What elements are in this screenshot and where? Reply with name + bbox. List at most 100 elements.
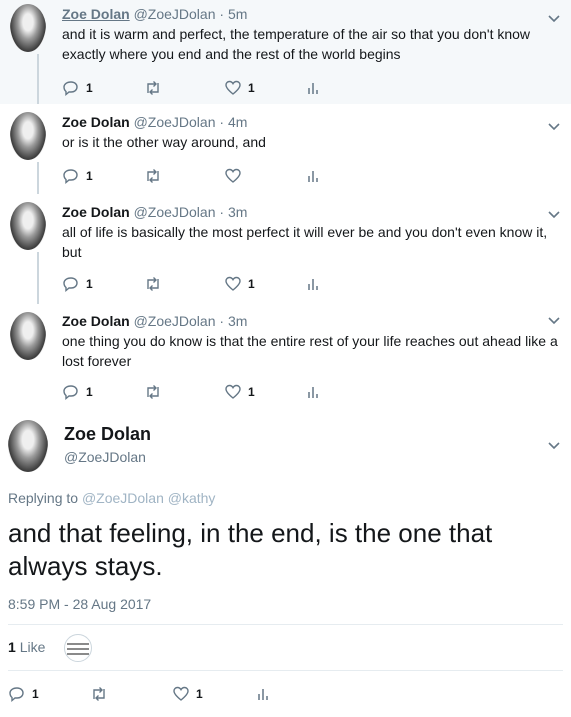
author-name[interactable]: Zoe Dolan — [62, 114, 130, 130]
reply-button[interactable]: 1 — [62, 166, 93, 186]
likes-count: 1 — [8, 639, 16, 655]
heart-icon — [225, 80, 241, 95]
tweet-header: Zoe Dolan @ZoeJDolan · 3m — [62, 313, 247, 329]
replying-to-link[interactable]: @ZoeJDolan — [82, 490, 164, 506]
heart-icon — [173, 686, 189, 701]
reply-button[interactable]: 1 — [8, 684, 39, 704]
liker-avatar[interactable] — [64, 634, 92, 662]
reply-icon — [63, 385, 78, 400]
tweet[interactable]: Zoe Dolan @ZoeJDolan · 3m all of life is… — [0, 194, 571, 304]
reply-button[interactable]: 1 — [62, 78, 93, 98]
like-count: 1 — [248, 385, 255, 399]
avatar[interactable] — [10, 4, 46, 52]
like-button[interactable]: 1 — [224, 382, 255, 402]
retweet-button[interactable] — [90, 684, 108, 704]
tweet-datetime[interactable]: 8:59 PM - 28 Aug 2017 — [8, 596, 151, 612]
author-handle[interactable]: @ZoeJDolan — [134, 114, 216, 130]
replying-to: Replying to @ZoeJDolan @kathy — [8, 490, 215, 506]
analytics-icon — [308, 387, 318, 398]
likes-summary[interactable]: 1 Like — [8, 639, 45, 655]
tweet[interactable]: Zoe Dolan @ZoeJDolan · 5m and it is warm… — [0, 0, 571, 104]
separator-dot: · — [219, 114, 225, 130]
retweet-icon — [147, 169, 159, 183]
author-handle[interactable]: @ZoeJDolan — [134, 6, 216, 22]
reply-icon — [63, 277, 78, 292]
reply-count: 1 — [86, 169, 93, 183]
retweet-button[interactable] — [144, 274, 162, 294]
tweet[interactable]: Zoe Dolan @ZoeJDolan · 4m or is it the o… — [0, 104, 571, 194]
reply-icon — [9, 687, 24, 702]
author-name[interactable]: Zoe Dolan — [62, 6, 130, 22]
reply-button[interactable]: 1 — [62, 382, 93, 402]
chevron-down-icon[interactable] — [547, 14, 561, 24]
analytics-button[interactable] — [304, 274, 322, 294]
heart-icon — [225, 384, 241, 399]
reply-count: 1 — [32, 687, 39, 701]
retweet-icon — [147, 385, 159, 399]
tweet-header: Zoe Dolan @ZoeJDolan · 3m — [62, 204, 247, 220]
reply-icon — [63, 169, 78, 184]
separator-dot: · — [219, 313, 225, 329]
avatar[interactable] — [10, 202, 46, 250]
divider — [8, 624, 563, 625]
divider — [8, 670, 563, 671]
reply-count: 1 — [86, 385, 93, 399]
separator-dot: · — [219, 204, 225, 220]
retweet-icon — [147, 81, 159, 95]
chevron-down-icon[interactable] — [547, 441, 561, 451]
analytics-icon — [258, 689, 268, 700]
tweet-time[interactable]: 5m — [228, 6, 247, 22]
like-button[interactable]: 1 — [224, 78, 255, 98]
tweet-header: Zoe Dolan @ZoeJDolan · 4m — [62, 114, 247, 130]
tweet-actions: 1 1 — [62, 382, 362, 402]
retweet-button[interactable] — [144, 78, 162, 98]
avatar[interactable] — [10, 312, 46, 360]
chevron-down-icon[interactable] — [547, 122, 561, 132]
author-name[interactable]: Zoe Dolan — [64, 424, 151, 445]
like-count: 1 — [196, 687, 203, 701]
tweet-time[interactable]: 4m — [228, 114, 247, 130]
tweet[interactable]: Zoe Dolan @ZoeJDolan · 3m one thing you … — [0, 304, 571, 408]
reply-icon — [63, 81, 78, 96]
separator-dot: · — [219, 6, 225, 22]
author-name[interactable]: Zoe Dolan — [62, 204, 130, 220]
tweet-time[interactable]: 3m — [228, 204, 247, 220]
author-handle[interactable]: @ZoeJDolan — [134, 313, 216, 329]
like-button[interactable] — [224, 166, 248, 186]
avatar[interactable] — [10, 112, 46, 160]
tweet-actions: 1 1 — [62, 274, 362, 294]
tweet-text: one thing you do know is that the entire… — [62, 333, 558, 369]
chevron-down-icon[interactable] — [547, 210, 561, 220]
retweet-icon — [147, 277, 159, 291]
like-count: 1 — [248, 81, 255, 95]
tweet-text: or is it the other way around, and — [62, 134, 266, 150]
analytics-button[interactable] — [304, 382, 322, 402]
likes-label: Like — [19, 639, 46, 655]
analytics-button[interactable] — [304, 78, 322, 98]
chevron-down-icon[interactable] — [547, 316, 561, 326]
like-button[interactable]: 1 — [172, 684, 203, 704]
author-handle[interactable]: @ZoeJDolan — [64, 449, 146, 465]
author-handle[interactable]: @ZoeJDolan — [134, 204, 216, 220]
tweet-actions: 1 — [62, 166, 362, 186]
reply-button[interactable]: 1 — [62, 274, 93, 294]
analytics-button[interactable] — [304, 166, 322, 186]
avatar[interactable] — [8, 420, 48, 472]
thread-line — [37, 54, 39, 104]
retweet-button[interactable] — [144, 382, 162, 402]
tweet-time[interactable]: 3m — [228, 313, 247, 329]
analytics-button[interactable] — [254, 684, 272, 704]
tweet-header: Zoe Dolan @ZoeJDolan · 5m — [62, 6, 247, 22]
replying-to-link[interactable]: @kathy — [168, 490, 216, 506]
analytics-icon — [308, 83, 318, 94]
retweet-button[interactable] — [144, 166, 162, 186]
like-button[interactable]: 1 — [224, 274, 255, 294]
like-count: 1 — [248, 277, 255, 291]
tweet-actions: 1 1 — [8, 684, 308, 704]
reply-count: 1 — [86, 277, 93, 291]
tweet-text: and it is warm and perfect, the temperat… — [62, 26, 531, 62]
tweet-text: all of life is basically the most perfec… — [62, 224, 548, 260]
retweet-icon — [93, 687, 105, 701]
thread-line — [37, 162, 39, 194]
author-name[interactable]: Zoe Dolan — [62, 313, 130, 329]
